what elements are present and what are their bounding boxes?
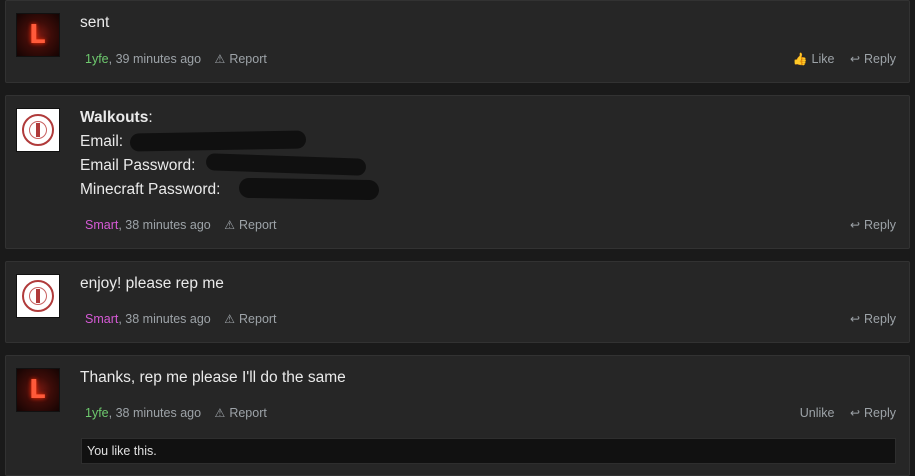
avatar[interactable]: L xyxy=(16,13,60,57)
post-actions: ↩ Reply xyxy=(838,218,896,232)
reply-arrow-icon: ↩ xyxy=(849,218,861,232)
message-text: Thanks, rep me please I'll do the same xyxy=(80,369,346,386)
reply-button[interactable]: ↩ Reply xyxy=(850,406,896,420)
author-link[interactable]: Smart xyxy=(85,218,118,232)
post-time: , 39 minutes ago xyxy=(108,52,202,66)
report-label: Report xyxy=(239,312,277,326)
warning-triangle-icon: ⚠ xyxy=(224,218,236,232)
post-meta: Smart, 38 minutes ago ⚠ Report xyxy=(85,312,277,326)
reply-arrow-icon: ↩ xyxy=(849,52,861,66)
reply-label: Reply xyxy=(864,52,896,66)
tree-icon xyxy=(36,123,40,137)
tree-icon xyxy=(36,289,40,303)
avatar[interactable]: L xyxy=(16,368,60,412)
post-meta: Smart, 38 minutes ago ⚠ Report xyxy=(85,218,277,232)
reply-button[interactable]: ↩ Reply xyxy=(850,312,896,326)
report-label: Report xyxy=(239,218,277,232)
message-text: Walkouts: Email: Email Password: Minecra… xyxy=(80,106,220,202)
avatar-logo-icon: L xyxy=(29,375,46,405)
report-link[interactable]: ⚠ Report xyxy=(215,406,267,420)
unlike-button[interactable]: Unlike xyxy=(800,406,835,420)
report-link[interactable]: ⚠ Report xyxy=(215,52,267,66)
warning-triangle-icon: ⚠ xyxy=(214,52,226,66)
heading-colon: : xyxy=(148,109,153,126)
post-actions: Unlike ↩ Reply xyxy=(788,406,896,420)
post-time: , 38 minutes ago xyxy=(118,218,211,232)
message-text: sent xyxy=(80,14,110,31)
report-label: Report xyxy=(229,406,267,420)
message-line-minecraft-password: Minecraft Password: xyxy=(80,181,221,198)
post: enjoy! please rep me Smart, 38 minutes a… xyxy=(5,261,910,343)
report-link[interactable]: ⚠ Report xyxy=(224,218,276,232)
redaction-scribble xyxy=(205,153,367,176)
report-link[interactable]: ⚠ Report xyxy=(224,312,276,326)
thumbs-up-icon: 👍 xyxy=(792,52,808,66)
message-text: enjoy! please rep me xyxy=(80,275,224,292)
report-label: Report xyxy=(229,52,267,66)
reply-arrow-icon: ↩ xyxy=(849,312,861,326)
author-link[interactable]: Smart xyxy=(85,312,118,326)
reply-arrow-icon: ↩ xyxy=(849,406,861,420)
avatar-logo-icon: L xyxy=(29,20,46,50)
post-time: , 38 minutes ago xyxy=(108,406,202,420)
author-link[interactable]: 1yfe xyxy=(85,406,109,420)
message-heading: Walkouts xyxy=(80,109,149,126)
redaction-scribble xyxy=(129,130,307,152)
post: Walkouts: Email: Email Password: Minecra… xyxy=(5,95,910,249)
like-button[interactable]: 👍 Like xyxy=(793,52,835,66)
post-time: , 38 minutes ago xyxy=(118,312,211,326)
reply-button[interactable]: ↩ Reply xyxy=(850,218,896,232)
avatar[interactable] xyxy=(16,108,60,152)
like-label: Like xyxy=(811,52,835,66)
post-meta: 1yfe, 39 minutes ago ⚠ Report xyxy=(85,52,267,66)
warning-triangle-icon: ⚠ xyxy=(224,312,236,326)
post: L sent 1yfe, 39 minutes ago ⚠ Report 👍 Lik… xyxy=(5,0,910,83)
avatar[interactable] xyxy=(16,274,60,318)
redaction-scribble xyxy=(238,177,380,201)
post-actions: ↩ Reply xyxy=(838,312,896,326)
post-meta: 1yfe, 38 minutes ago ⚠ Report xyxy=(85,406,267,420)
reply-label: Reply xyxy=(864,406,896,420)
message-line-title: Walkouts: xyxy=(80,106,220,130)
warning-triangle-icon: ⚠ xyxy=(214,406,226,420)
reply-label: Reply xyxy=(864,312,896,326)
post-actions: 👍 Like ↩ Reply xyxy=(781,52,896,66)
message-line-email-password: Email Password: xyxy=(80,157,196,174)
author-link[interactable]: 1yfe xyxy=(85,52,109,66)
likes-summary: You like this. xyxy=(81,438,896,464)
post: L Thanks, rep me please I'll do the same… xyxy=(5,355,910,476)
reply-label: Reply xyxy=(864,218,896,232)
reply-button[interactable]: ↩ Reply xyxy=(850,52,896,66)
